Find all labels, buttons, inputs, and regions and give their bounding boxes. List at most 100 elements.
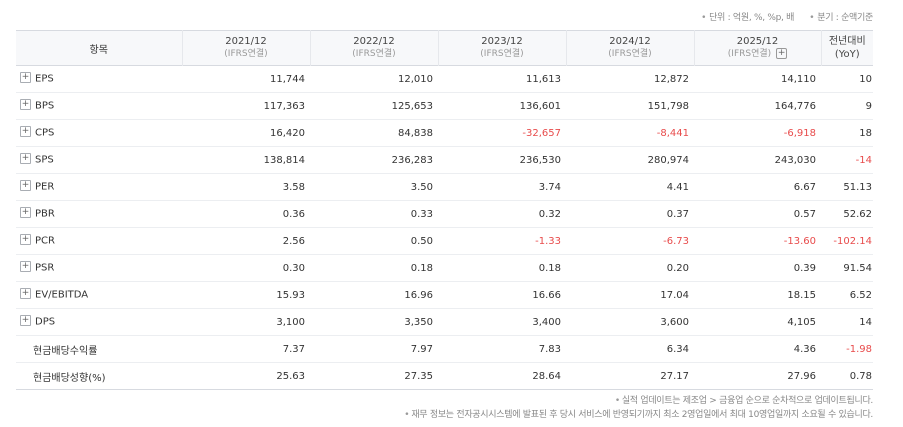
- cell-value: -1.33: [535, 235, 561, 247]
- cell-value: 6.34: [666, 343, 689, 355]
- cell-value: 117,363: [263, 100, 305, 112]
- expand-row-icon[interactable]: +: [20, 180, 31, 192]
- cell-value: 12,010: [398, 73, 433, 85]
- table-row: + DPS 3,100 3,350 3,400 3,600 4,105 14: [16, 309, 873, 336]
- cell-value: 12,872: [654, 73, 689, 85]
- table-row: + PER 3.58 3.50 3.74 4.41 6.67 51.13: [16, 174, 873, 201]
- cell-yoy: 6.52: [849, 289, 872, 301]
- table-row: 현금배당수익률 7.37 7.97 7.83 6.34 4.36 -1.98: [16, 336, 873, 363]
- expand-columns-icon[interactable]: +: [776, 48, 788, 59]
- row-label[interactable]: + SPS: [16, 147, 182, 174]
- header-period: 2024/12 (IFRS연결): [565, 30, 694, 66]
- cell-value: 0.18: [538, 262, 561, 274]
- expand-row-icon[interactable]: +: [20, 153, 31, 165]
- row-label: 현금배당수익률: [33, 345, 98, 357]
- row-label: 현금배당성향(%): [33, 372, 106, 384]
- table-row: 현금배당성향(%) 25.63 27.35 28.64 27.17 27.96 0.78: [16, 363, 873, 390]
- cell-value: 2.56: [282, 235, 305, 247]
- financial-ratio-table: 항목 2021/12 (IFRS연결) 2022/12 (IFRS연결) 2023/…: [16, 30, 873, 390]
- row-label[interactable]: + PSR: [16, 255, 182, 282]
- expand-row-icon[interactable]: +: [20, 288, 31, 300]
- cell-value: 0.20: [666, 262, 689, 274]
- row-label[interactable]: + BPS: [16, 93, 182, 120]
- cell-yoy: 9: [865, 100, 872, 112]
- cell-value: 27.96: [787, 370, 816, 382]
- cell-value: 17.04: [660, 289, 689, 301]
- cell-value: 3.58: [282, 181, 305, 193]
- row-label[interactable]: + DPS: [16, 309, 182, 336]
- cell-yoy: 14: [859, 316, 872, 328]
- cell-value: 0.39: [793, 262, 816, 274]
- cell-value: 14,110: [781, 73, 816, 85]
- units-legend: • 단위 : 억원, %, %p, 배 • 분기 : 순액기준: [701, 10, 873, 23]
- cell-value: -6,918: [783, 127, 816, 139]
- expand-row-icon[interactable]: +: [20, 261, 31, 273]
- cell-value: 28.64: [532, 370, 561, 382]
- cell-value: 84,838: [398, 127, 433, 139]
- cell-value: 0.37: [666, 208, 689, 220]
- cell-value: -8,441: [656, 127, 689, 139]
- table-row: + PSR 0.30 0.18 0.18 0.20 0.39 91.54: [16, 255, 873, 282]
- row-label[interactable]: + PER: [16, 174, 182, 201]
- cell-yoy: 18: [859, 127, 872, 139]
- cell-value: 16,420: [270, 127, 305, 139]
- cell-value: 7.97: [410, 343, 433, 355]
- cell-value: -32,657: [522, 127, 561, 139]
- row-label[interactable]: + PCR: [16, 228, 182, 255]
- table-row: + EPS 11,744 12,010 11,613 12,872 14,110 10: [16, 66, 873, 93]
- cell-value: 151,798: [647, 100, 689, 112]
- cell-yoy: -102.14: [833, 235, 872, 247]
- cell-value: 164,776: [774, 100, 816, 112]
- cell-value: 16.66: [532, 289, 561, 301]
- expand-row-icon[interactable]: +: [20, 315, 31, 327]
- cell-value: 136,601: [519, 100, 561, 112]
- row-label[interactable]: + CPS: [16, 120, 182, 147]
- cell-value: 0.36: [282, 208, 305, 220]
- table-row: + SPS 138,814 236,283 236,530 280,974 243,030 -…: [16, 147, 873, 174]
- cell-value: 0.57: [793, 208, 816, 220]
- cell-value: 0.18: [410, 262, 433, 274]
- cell-value: 125,653: [391, 100, 433, 112]
- row-label[interactable]: + EV/EBITDA: [16, 282, 182, 309]
- cell-value: 16.96: [404, 289, 433, 301]
- header-period-latest: 2025/12 (IFRS연결) +: [693, 30, 821, 66]
- table-row: + PCR 2.56 0.50 -1.33 -6.73 -13.60 -102.14: [16, 228, 873, 255]
- cell-value: 7.37: [282, 343, 305, 355]
- row-label[interactable]: + EPS: [16, 66, 182, 93]
- cell-value: 3,600: [660, 316, 689, 328]
- header-period: 2021/12 (IFRS연결): [181, 30, 310, 66]
- cell-value: 3,350: [404, 316, 433, 328]
- cell-value: 243,030: [774, 154, 816, 166]
- expand-row-icon[interactable]: +: [20, 234, 31, 246]
- row-label[interactable]: + PBR: [16, 201, 182, 228]
- cell-yoy: -1.98: [846, 343, 872, 355]
- cell-value: 0.50: [410, 235, 433, 247]
- cell-value: -13.60: [783, 235, 816, 247]
- cell-value: 18.15: [787, 289, 816, 301]
- table-row: + PBR 0.36 0.33 0.32 0.37 0.57 52.62: [16, 201, 873, 228]
- cell-value: 236,283: [391, 154, 433, 166]
- expand-row-icon[interactable]: +: [20, 126, 31, 138]
- table-row: + CPS 16,420 84,838 -32,657 -8,441 -6,918 18: [16, 120, 873, 147]
- cell-yoy: 51.13: [843, 181, 872, 193]
- expand-row-icon[interactable]: +: [20, 207, 31, 219]
- cell-value: 15.93: [276, 289, 305, 301]
- cell-value: 4.41: [666, 181, 689, 193]
- cell-value: 3,100: [276, 316, 305, 328]
- expand-row-icon[interactable]: +: [20, 99, 31, 111]
- cell-value: 7.83: [538, 343, 561, 355]
- cell-value: 6.67: [793, 181, 816, 193]
- cell-value: 3,400: [532, 316, 561, 328]
- header-yoy: 전년대비 (YoY): [820, 30, 873, 66]
- cell-value: 0.30: [282, 262, 305, 274]
- expand-row-icon[interactable]: +: [20, 72, 31, 84]
- cell-value: -6.73: [663, 235, 689, 247]
- cell-value: 3.74: [538, 181, 561, 193]
- unit-text: 단위 : 억원, %, %p, 배: [709, 13, 795, 23]
- cell-value: 27.35: [404, 370, 433, 382]
- cell-value: 25.63: [276, 370, 305, 382]
- cell-value: 27.17: [660, 370, 689, 382]
- header-item: 항목: [89, 44, 108, 56]
- cell-value: 0.32: [538, 208, 561, 220]
- cell-value: 4.36: [793, 343, 816, 355]
